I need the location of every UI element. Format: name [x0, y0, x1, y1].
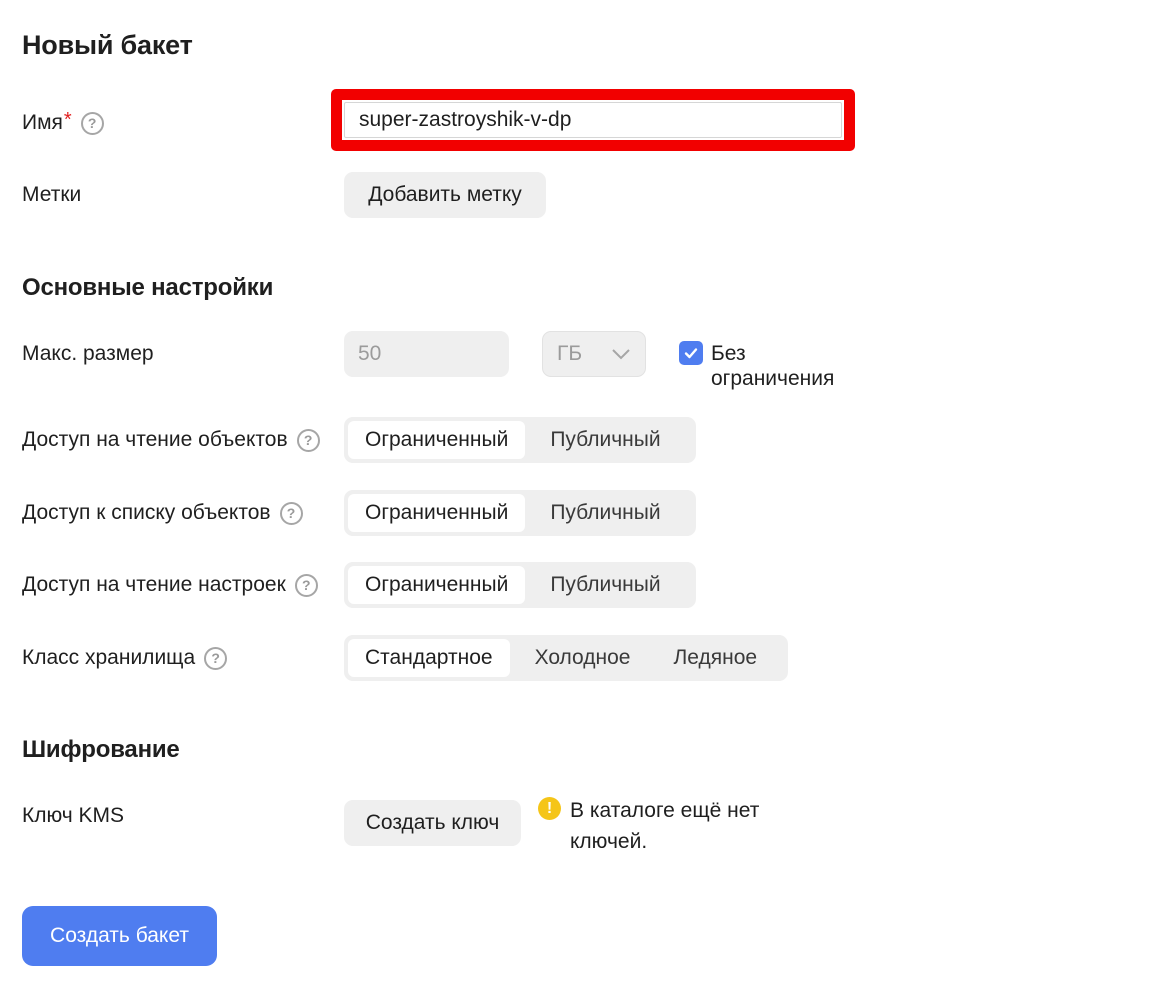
name-label: Имя [22, 111, 63, 134]
read-access-help-icon[interactable]: ? [296, 428, 320, 452]
list-access-label-row: Доступ к списку объектов ? [22, 490, 303, 536]
max-size-label: Макс. размер [22, 342, 154, 365]
name-help-icon[interactable]: ? [80, 111, 104, 135]
list-access-option-restricted[interactable]: Ограниченный [348, 494, 526, 532]
kms-label: Ключ KMS [22, 804, 125, 827]
no-keys-warning: В каталоге ещё нет ключей. [570, 799, 760, 853]
settings-access-option-restricted[interactable]: Ограниченный [348, 566, 526, 604]
list-access-option-public[interactable]: Публичный [525, 494, 681, 532]
list-access-label: Доступ к списку объектов [22, 501, 271, 524]
name-input-highlight [331, 89, 855, 151]
read-access-label-row: Доступ на чтение объектов ? [22, 417, 320, 463]
chevron-down-icon [612, 349, 630, 360]
read-access-label: Доступ на чтение объектов [22, 428, 288, 451]
storage-class-option-standard[interactable]: Стандартное [348, 639, 510, 677]
create-key-button[interactable]: Создать ключ [344, 800, 521, 846]
max-size-input[interactable] [344, 331, 509, 377]
read-access-option-public[interactable]: Публичный [525, 421, 681, 459]
kms-label-row: Ключ KMS [22, 793, 124, 839]
storage-class-label: Класс хранилища [22, 646, 196, 669]
name-label-row: Имя * ? [22, 100, 104, 146]
list-access-help-icon[interactable]: ? [279, 501, 303, 525]
add-tag-button[interactable]: Добавить метку [344, 172, 546, 218]
create-bucket-button[interactable]: Создать бакет [22, 906, 217, 966]
check-icon [684, 348, 698, 359]
warning-icon: ! [538, 797, 561, 820]
storage-class-help-icon[interactable]: ? [204, 646, 228, 670]
storage-class-label-row: Класс хранилища ? [22, 635, 228, 681]
size-unit-value: ГБ [557, 342, 583, 365]
read-access-option-restricted[interactable]: Ограниченный [348, 421, 526, 459]
settings-access-label-row: Доступ на чтение настроек ? [22, 562, 318, 608]
settings-access-help-icon[interactable]: ? [294, 573, 318, 597]
required-mark: * [63, 109, 72, 131]
page-title: Новый бакет [22, 30, 193, 60]
tags-label: Метки [22, 183, 82, 206]
encryption-title: Шифрование [22, 736, 180, 763]
read-access-switch: Ограниченный Публичный [344, 417, 696, 463]
max-size-label-row: Макс. размер [22, 331, 154, 377]
storage-class-option-cold[interactable]: Холодное [510, 639, 652, 677]
size-unit-select[interactable]: ГБ [542, 331, 646, 377]
settings-access-option-public[interactable]: Публичный [525, 566, 681, 604]
storage-class-option-ice[interactable]: Ледяное [651, 639, 774, 677]
bucket-name-input[interactable] [344, 102, 842, 138]
unlimited-label[interactable]: Без ограничения [711, 341, 861, 391]
tags-label-row: Метки [22, 172, 81, 218]
settings-access-switch: Ограниченный Публичный [344, 562, 696, 608]
settings-access-label: Доступ на чтение настроек [22, 573, 286, 596]
unlimited-checkbox[interactable] [679, 341, 703, 365]
storage-class-switch: Стандартное Холодное Ледяное [344, 635, 788, 681]
list-access-switch: Ограниченный Публичный [344, 490, 696, 536]
basic-settings-title: Основные настройки [22, 274, 274, 301]
